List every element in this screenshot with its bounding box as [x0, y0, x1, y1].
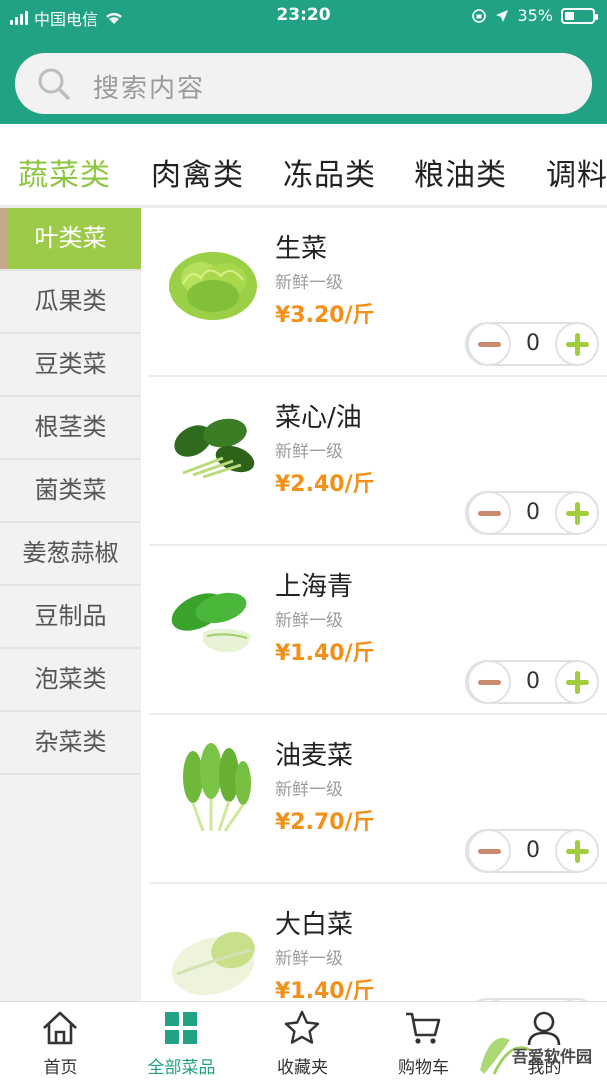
search-input[interactable]: 搜索内容: [15, 53, 592, 114]
quantity-value: 0: [526, 838, 540, 863]
increase-button[interactable]: [555, 829, 599, 873]
sidebar-item-pickles[interactable]: 泡菜类: [0, 649, 141, 712]
tab-grain-oil[interactable]: 粮油类: [414, 150, 507, 194]
increase-button[interactable]: [555, 322, 599, 366]
product-price: ¥1.40/斤: [275, 641, 375, 666]
grid-icon: [165, 1012, 197, 1044]
bok-choy-image: [171, 592, 251, 653]
quantity-value: 0: [526, 500, 540, 525]
product-price: ¥1.40/斤: [275, 979, 375, 1001]
increase-button[interactable]: [555, 491, 599, 535]
quantity-stepper: 0: [465, 829, 599, 873]
increase-button[interactable]: [555, 660, 599, 704]
product-grade: 新鲜一级: [275, 273, 343, 293]
product-name: 生菜: [275, 234, 328, 264]
location-icon: [496, 9, 509, 22]
product-price: ¥2.40/斤: [275, 472, 375, 497]
product-price: ¥3.20/斤: [275, 303, 375, 328]
search-placeholder: 搜索内容: [93, 74, 206, 104]
status-right: 35%: [471, 6, 598, 25]
orientation-lock-icon: [472, 8, 487, 23]
choy-sum-image: [174, 418, 255, 479]
quantity-stepper: 0: [465, 322, 599, 366]
product-grade: 新鲜一级: [275, 780, 343, 800]
tab-all-dishes-label: 全部菜品: [147, 1058, 216, 1078]
tab-all-dishes[interactable]: 全部菜品: [121, 1002, 242, 1080]
tab-cart-label: 购物车: [398, 1058, 449, 1078]
quantity-value: 0: [526, 331, 540, 356]
tab-favorites[interactable]: 收藏夹: [242, 1002, 363, 1080]
tab-seasoning[interactable]: 调料: [546, 150, 607, 194]
app-header: 中国电信 23:20 35% 搜索内容: [0, 0, 607, 124]
sidebar-item-root[interactable]: 根茎类: [0, 397, 141, 460]
product-item[interactable]: 大白菜 新鲜一级 ¥1.40/斤 0: [149, 884, 607, 1001]
quantity-value: 0: [526, 669, 540, 694]
product-item[interactable]: 上海青 新鲜一级 ¥1.40/斤 0: [149, 546, 607, 715]
tab-cart[interactable]: 购物车: [363, 1002, 484, 1080]
product-item[interactable]: 菜心/油 新鲜一级 ¥2.40/斤 0: [149, 377, 607, 546]
tab-home-label: 首页: [43, 1058, 78, 1078]
sidebar-item-leafy[interactable]: 叶类菜: [0, 208, 141, 271]
product-price: ¥2.70/斤: [275, 810, 375, 835]
quantity-stepper: 0: [465, 660, 599, 704]
sidebar-item-melon-fruit[interactable]: 瓜果类: [0, 271, 141, 334]
product-name: 菜心/油: [275, 403, 362, 433]
decrease-button[interactable]: [467, 491, 511, 535]
product-name: 油麦菜: [275, 741, 354, 771]
cart-icon: [406, 1012, 441, 1044]
status-bar: 中国电信 23:20 35%: [0, 0, 607, 32]
quantity-stepper: 0: [465, 491, 599, 535]
tab-frozen[interactable]: 冻品类: [283, 150, 376, 194]
tab-home[interactable]: 首页: [0, 1002, 121, 1080]
tab-meat-poultry[interactable]: 肉禽类: [151, 150, 244, 194]
battery-percent: 35%: [517, 6, 553, 25]
category-tabs: 蔬菜类 肉禽类 冻品类 粮油类 调料: [0, 124, 607, 208]
product-grade: 新鲜一级: [275, 949, 343, 969]
decrease-button[interactable]: [467, 829, 511, 873]
decrease-button[interactable]: [467, 322, 511, 366]
product-item[interactable]: 油麦菜 新鲜一级 ¥2.70/斤 0: [149, 715, 607, 884]
tab-vegetables[interactable]: 蔬菜类: [18, 150, 111, 194]
subcategory-sidebar: 叶类菜 瓜果类 豆类菜 根茎类 菌类菜 姜葱蒜椒 豆制品 泡菜类 杂菜类: [0, 208, 141, 1001]
product-grade: 新鲜一级: [275, 611, 343, 631]
home-icon: [43, 1011, 77, 1045]
search-icon: [38, 68, 70, 100]
product-grade: 新鲜一级: [275, 442, 343, 462]
lettuce-image: [169, 252, 257, 320]
sidebar-item-misc[interactable]: 杂菜类: [0, 712, 141, 775]
product-item[interactable]: 生菜 新鲜一级 ¥3.20/斤 0: [149, 208, 607, 377]
star-icon: [284, 1010, 320, 1044]
sidebar-item-mushroom[interactable]: 菌类菜: [0, 460, 141, 523]
decrease-button[interactable]: [467, 660, 511, 704]
watermark-text: 吾爱软件园: [512, 1047, 593, 1066]
battery-icon: [561, 7, 598, 24]
indian-lettuce-image: [183, 743, 251, 832]
product-list: 生菜 新鲜一级 ¥3.20/斤 0 菜心/油 新鲜一级 ¥2.40/斤 0 上海…: [141, 208, 607, 1001]
napa-cabbage-image: [171, 931, 255, 996]
sidebar-item-tofu[interactable]: 豆制品: [0, 586, 141, 649]
sidebar-item-aromatics[interactable]: 姜葱蒜椒: [0, 523, 141, 586]
product-name: 上海青: [275, 572, 354, 602]
tab-favorites-label: 收藏夹: [277, 1058, 328, 1078]
product-name: 大白菜: [275, 910, 354, 940]
sidebar-item-beans[interactable]: 豆类菜: [0, 334, 141, 397]
